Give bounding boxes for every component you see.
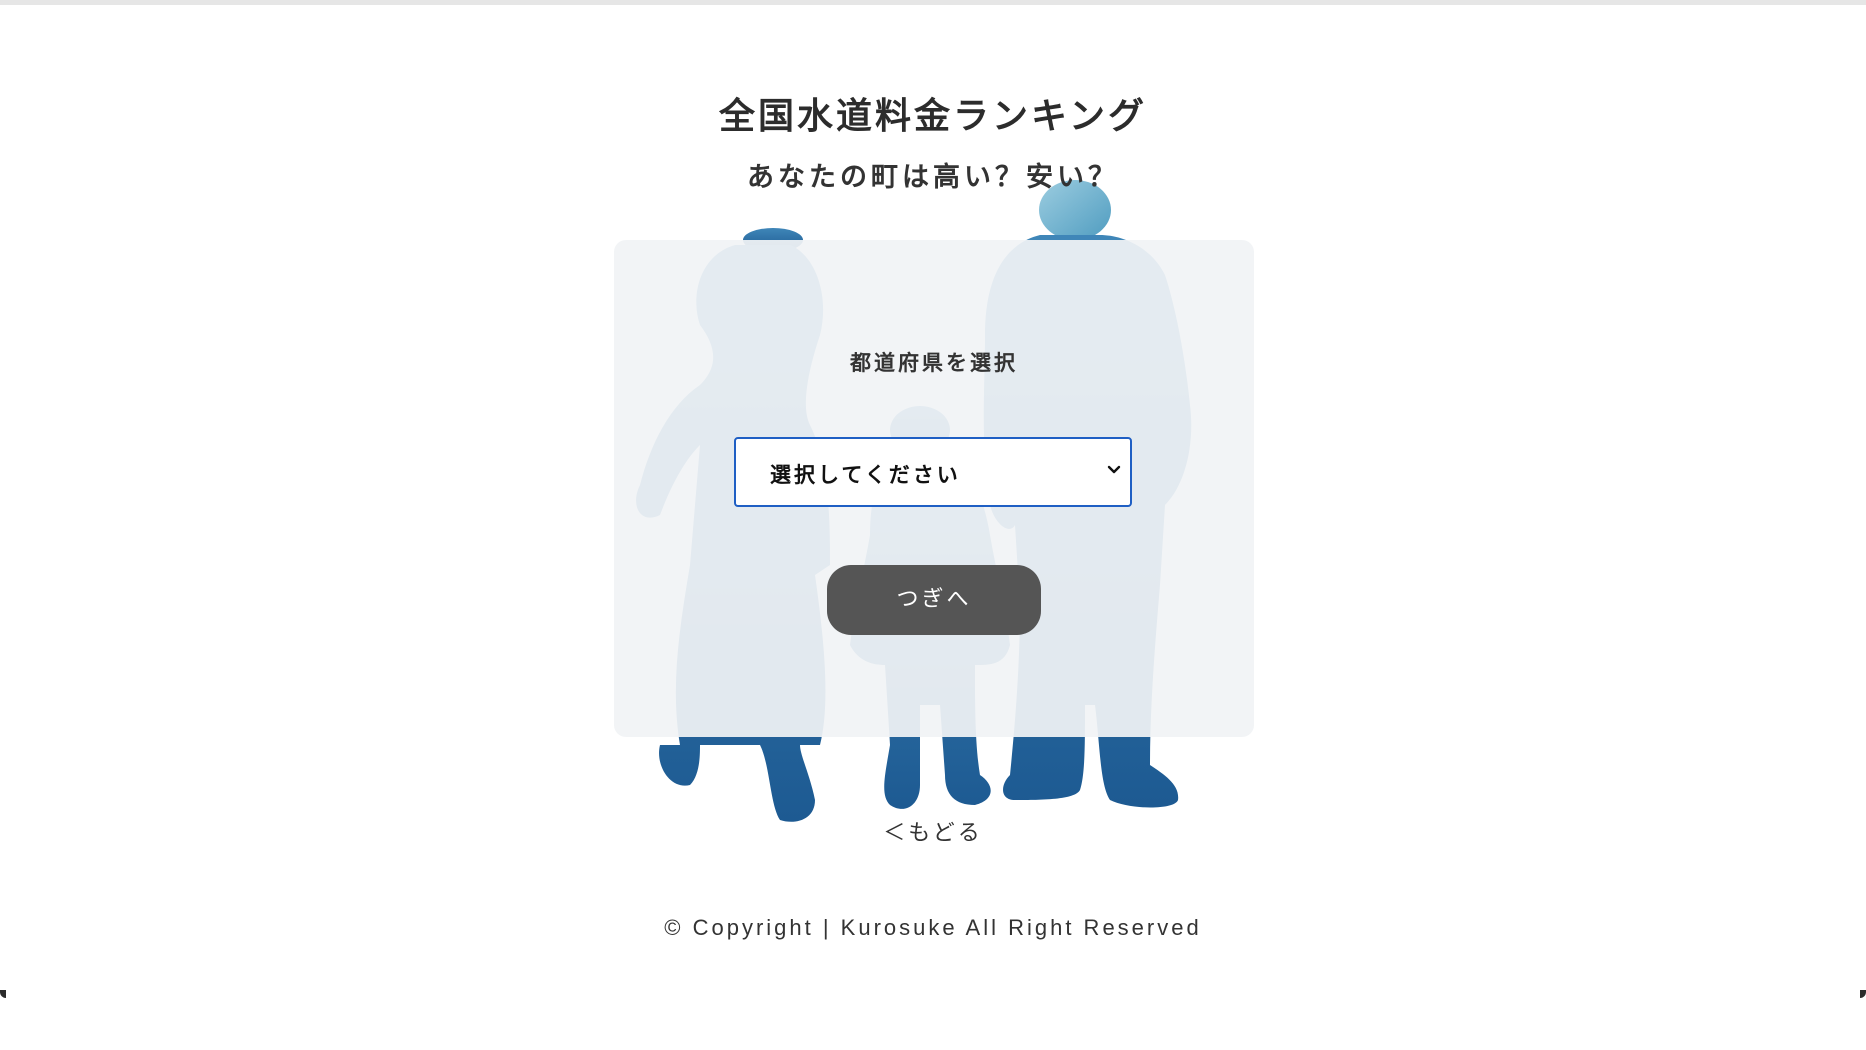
page-bottom-margin [0,995,1866,1050]
back-link[interactable]: ＜もどる [0,815,1866,847]
prefecture-select[interactable]: 選択してください [734,437,1132,507]
browser-page: 全国水道料金ランキング あなたの町は高い？安い？ 都道府県を選択 選択してくださ… [0,0,1866,1000]
page-subtitle: あなたの町は高い？安い？ [747,162,1119,193]
prefecture-select-value: 選択してください [770,463,961,487]
chevron-down-icon [1107,465,1121,474]
next-button[interactable]: つぎへ [827,565,1041,635]
prefecture-form-card: 都道府県を選択 選択してください つぎへ [614,240,1254,737]
footer-copyright: © Copyright | Kurosuke All Right Reserve… [664,915,1202,940]
prefecture-select-label: 都道府県を選択 [850,351,1018,375]
page-title: 全国水道料金ランキング [719,96,1147,137]
